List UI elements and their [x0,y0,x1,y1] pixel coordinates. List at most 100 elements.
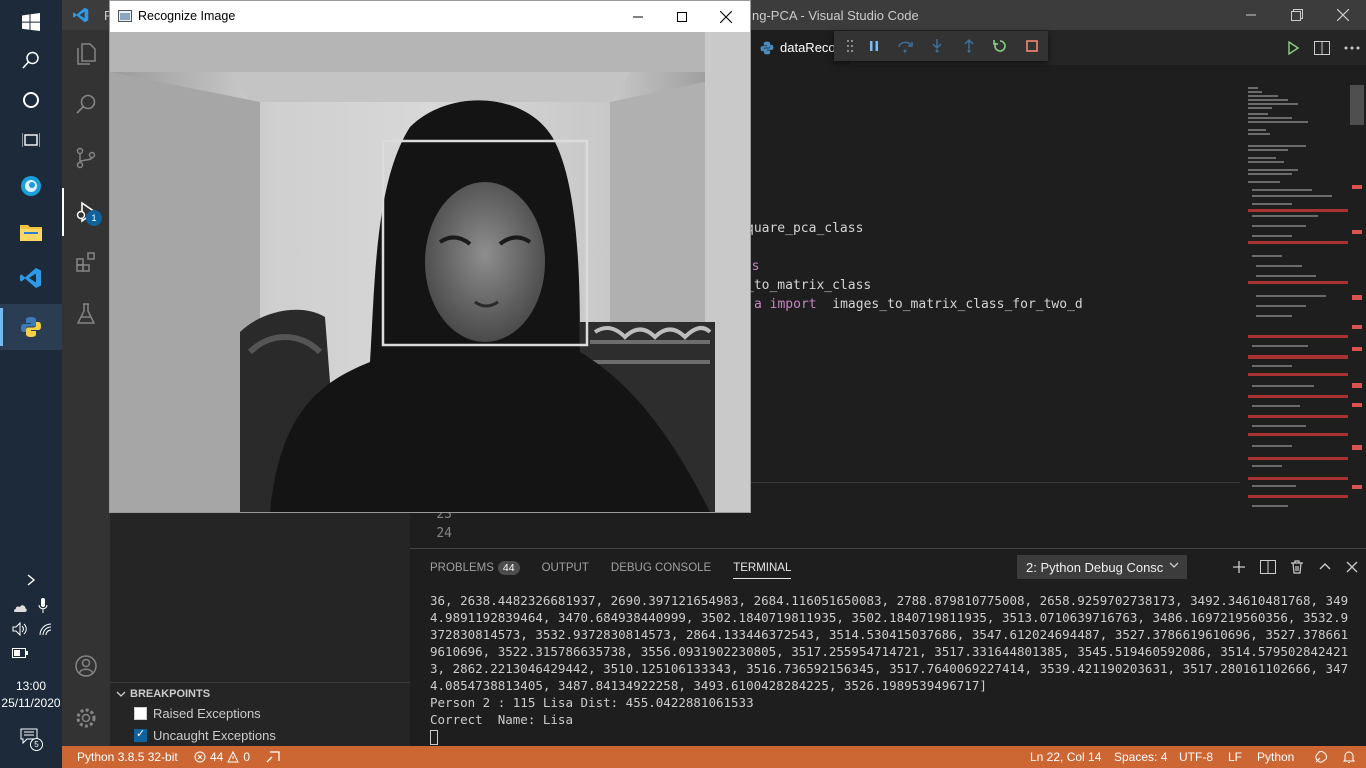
close-icon[interactable] [1346,561,1358,573]
activity-bar: 1 [62,30,110,746]
step-over-icon [898,41,914,53]
recognize-image-window: Recognize Image [109,0,751,513]
taskbar-app-vscode[interactable] [0,256,62,300]
indentation[interactable]: Spaces: 4 [1114,750,1167,764]
more-actions-icon[interactable] [1344,46,1360,50]
vscode-logo-icon [20,268,41,288]
new-terminal-icon[interactable] [1232,560,1246,574]
editor-scrollbar[interactable] [1350,85,1364,525]
stop-icon [1026,40,1038,52]
system-tray [10,598,54,658]
problems-status[interactable]: 44 0 [194,750,250,764]
recognize-image-titlebar[interactable]: Recognize Image [110,1,750,32]
cortana-button[interactable] [0,78,62,122]
split-editor-icon[interactable] [1314,40,1330,55]
cv-minimize-button[interactable] [616,1,660,32]
files-icon [77,43,96,65]
terminal-output[interactable]: 36, 2638.4482326681937, 2690.39712165498… [430,592,1350,745]
breakpoint-raised-exceptions[interactable]: Raised Exceptions [134,702,261,724]
search-button[interactable] [0,38,62,82]
microphone-icon[interactable] [38,598,48,614]
uncaught-exceptions-checkbox[interactable] [134,727,147,742]
step-into-icon [932,39,942,53]
cv-close-button[interactable] [704,1,748,32]
uncaught-exceptions-label: Uncaught Exceptions [153,727,276,743]
taskbar-app-python[interactable] [0,304,62,350]
browser-icon [21,176,41,196]
warning-count: 0 [243,750,251,764]
minimap[interactable] [1248,85,1348,525]
taskbar-app-browser[interactable] [0,164,62,208]
error-icon [194,751,206,763]
live-share-icon[interactable] [266,751,280,763]
minimize-button[interactable] [1228,0,1274,30]
explorer-view-button[interactable] [62,30,110,78]
grip-icon [846,40,853,52]
extensions-view-button[interactable] [62,238,110,286]
task-view-button[interactable] [0,118,62,162]
search-view-button[interactable] [62,80,110,128]
code-line-3[interactable]: _to_matrix_class [746,278,871,293]
close-button[interactable] [1320,0,1366,30]
problems-label: PROBLEMS [430,562,494,574]
taskbar-app-file-explorer[interactable] [0,210,62,254]
action-center-button[interactable]: 5 [20,728,46,754]
run-debug-view-button[interactable]: 1 [62,188,110,236]
tab-problems[interactable]: PROBLEMS 44 [430,561,520,575]
pause-icon [869,41,878,51]
debug-step-into-button[interactable] [921,31,953,61]
webcam-frame [110,32,750,512]
code-line-4[interactable]: a import images_to_matrix_class_for_two_… [754,297,1083,312]
language-mode[interactable]: Python [1257,750,1294,764]
restore-button[interactable] [1274,0,1320,30]
show-hidden-icons-button[interactable] [0,560,62,600]
battery-icon[interactable] [12,648,28,658]
encoding[interactable]: UTF-8 [1179,750,1213,764]
cv-maximize-button[interactable] [660,1,704,32]
debug-step-out-button[interactable] [953,31,985,61]
terminal-selector[interactable]: 2: Python Debug Consc [1017,555,1187,579]
trash-icon[interactable] [1290,560,1304,574]
tab-debug-console[interactable]: DEBUG CONSOLE [611,562,711,574]
testing-view-button[interactable] [62,290,110,338]
debug-badge: 1 [86,210,102,226]
problems-count-badge: 44 [497,561,520,575]
panel-tabs: PROBLEMS 44 OUTPUT DEBUG CONSOLE TERMINAL [430,557,792,579]
debug-pause-button[interactable] [858,31,890,61]
bell-icon[interactable] [1342,750,1356,764]
volume-icon[interactable] [12,622,28,636]
windows-logo-icon [22,13,40,31]
cursor-position[interactable]: Ln 22, Col 14 [1030,750,1101,764]
code-line-1[interactable]: quare_pca_class [746,221,863,236]
breakpoint-uncaught-exceptions[interactable]: Uncaught Exceptions [134,724,276,746]
chevron-up-icon[interactable] [1318,560,1332,574]
debug-step-over-button[interactable] [890,31,922,61]
python-interpreter[interactable]: Python 3.8.5 32-bit [77,750,178,764]
wifi-icon[interactable] [38,622,54,636]
debug-toolbar [834,31,1048,61]
clock-time[interactable]: 13:00 [0,679,62,693]
restore-icon [1291,9,1303,21]
run-file-icon[interactable] [1286,40,1300,55]
window-app-icon [118,10,132,22]
debug-restart-button[interactable] [985,31,1017,61]
end-of-line[interactable]: LF [1228,750,1242,764]
source-control-view-button[interactable] [62,134,110,182]
debug-stop-button[interactable] [1016,31,1048,61]
debug-toolbar-grip[interactable] [842,31,858,61]
raised-exceptions-checkbox[interactable] [134,706,147,720]
accounts-button[interactable] [62,642,110,690]
tab-terminal[interactable]: TERMINAL [733,562,792,579]
clock-date[interactable]: 25/11/2020 [0,696,62,710]
maximize-icon [677,11,687,22]
onedrive-cloud-icon[interactable] [12,600,28,614]
close-icon [720,10,732,23]
status-bar: Python 3.8.5 32-bit 44 0 Ln 22, Col 14 S… [62,746,1366,768]
split-terminal-icon[interactable] [1260,560,1276,574]
breakpoints-section-header[interactable]: BREAKPOINTS [110,682,410,704]
task-view-icon [22,133,40,147]
manage-button[interactable] [62,694,110,742]
step-out-icon [964,39,974,53]
feedback-icon[interactable] [1314,750,1328,764]
tab-output[interactable]: OUTPUT [542,562,589,574]
